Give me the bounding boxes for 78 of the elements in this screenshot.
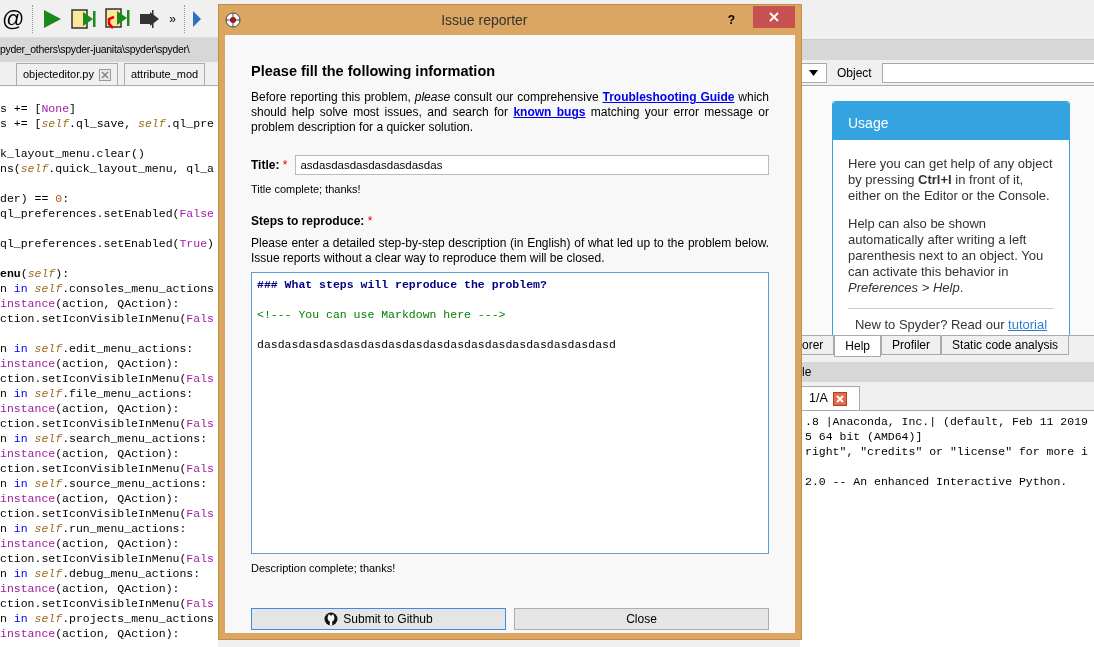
source-dropdown[interactable] [800,62,827,83]
dialog-heading: Please fill the following information [251,63,497,81]
editor-tab[interactable]: objecteditor.py [16,63,118,85]
code-line: n in self.run_menu_actions: [0,521,187,536]
console-line: 2.0 -- An enhanced Interactive Python. [805,474,1068,489]
code-line: ction.setIconVisibleInMenu(Fals [0,596,214,611]
usage-title: Usage [833,102,1069,140]
title-field[interactable]: asdasdasdasdasdasdasdas [295,155,769,176]
status-text: Description complete; thanks! [251,560,397,576]
editor-tab[interactable]: attribute_mod [123,63,206,85]
logo-icon [324,612,339,627]
console-tab[interactable]: 1/A [800,386,860,410]
code-line: enu(self): [0,266,70,281]
code-line: instance(action, QAction): [0,446,180,461]
pane-tab[interactable]: Profiler [881,336,942,355]
tutorial-link[interactable]: tutorial [1008,317,1048,332]
code-line: n in self.source_menu_actions: [0,476,208,491]
object-label: Object [837,64,872,82]
submit-button[interactable]: Submit to Github [251,608,506,631]
code-line: instance(action, QAction): [0,581,180,596]
code-line: k_layout_menu.clear() [0,146,145,161]
console-line: 5 64 bit (AMD64)] [805,429,923,444]
code-line: n in self.edit_menu_actions: [0,341,194,356]
pane-tab[interactable]: Help [834,336,882,357]
code-line: n in self.debug_menu_actions: [0,566,201,581]
code-line: ction.setIconVisibleInMenu(Fals [0,461,214,476]
code-line: ns(self.quick_layout_menu, ql_a [0,161,214,176]
steps-help-text: Please enter a detailed step-by-step description (in English) of what led up to the problem below. Issue reports without a clear way to reproduce them will be closed. [251,235,769,266]
help-text: New to Spyder? Read our tutorial [853,317,1049,333]
at-icon[interactable]: @ [2,7,25,30]
code-line: instance(action, QAction): [0,356,180,371]
code-line: s += [self.ql_save, self.ql_pre [0,116,214,131]
intro-text: Before reporting this problem, please consult our comprehensive Troubleshooting Guide which should help solve most issues, and search for known bugs matching your error message or problem description for a quicker solution. [251,90,769,136]
code-line: instance(action, QAction): [0,296,180,311]
pane-tab[interactable]: Static code analysis [941,336,1070,355]
code-line: n in self.consoles_menu_actions [0,281,214,296]
title-label: Title: * [251,157,288,175]
guide-link[interactable]: known bugs [513,105,586,120]
object-field[interactable] [881,62,1094,83]
guide-link[interactable]: Troubleshooting Guide [602,90,735,105]
code-line: der) == 0: [0,191,70,206]
run-cell-advance-icon[interactable] [105,6,132,31]
code-line: instance(action, QAction): [0,491,180,506]
code-line: n in self.projects_menu_actions [0,611,214,626]
close-button[interactable] [753,6,795,28]
pane-title: le [800,362,1094,382]
code-line: ql_preferences.setEnabled(True) [0,236,214,251]
code-line: instance(action, QAction): [0,401,180,416]
close-icon [769,12,779,22]
help-text: Help can also be shown automatically after writing a left parenthesis next to an object. You can activate this behavior in Preferences > Help. [848,216,1045,296]
code-line: ction.setIconVisibleInMenu(Fals [0,506,214,521]
code-line: n in self.file_menu_actions: [0,386,194,401]
code-line: ction.setIconVisibleInMenu(Fals [0,371,214,386]
help-text: Here you can get help of any object by pressing Ctrl+I in front of it, either on the Editor or the Console. [848,156,1054,204]
description-field[interactable]: ### What steps will reproduce the problem? <!--- You can use Markdown here ---> dasdasdasdasdasdasdasdasdasdasdasdasdasdasdasdasdasd [251,271,769,554]
code-line: s += [None] [0,101,76,116]
code-line: ql_preferences.setEnabled(False [0,206,214,221]
code-line: instance(action, QAction): [0,626,180,641]
file-path: pyder_others\spyder-juanita\spyder\spyder\ [0,42,190,58]
caret-icon [808,69,818,76]
close-icon[interactable] [832,391,847,406]
pane-tab[interactable]: orer [800,336,835,355]
console-line: .8 |Anaconda, Inc.| (default, Feb 11 2019 [805,414,1088,429]
run-cell-icon[interactable] [71,7,98,30]
steps-label: Steps to reproduce: * [251,212,374,230]
code-line: instance(action, QAction): [0,536,180,551]
app-logo-icon [225,12,241,28]
console-line: right", "credits" or "license" for more i [805,444,1088,459]
close-icon[interactable] [98,68,111,81]
status-text: Title complete; thanks! [251,182,362,198]
window-title: Issue reporter [440,10,529,30]
close-button[interactable]: Close [514,608,769,631]
help-button[interactable]: ? [727,11,735,29]
code-line: ction.setIconVisibleInMenu(Fals [0,551,214,566]
code-line: ction.setIconVisibleInMenu(Fals [0,311,214,326]
code-line: ction.setIconVisibleInMenu(Fals [0,416,214,431]
more-button[interactable]: » [169,9,177,28]
code-line: n in self.search_menu_actions: [0,431,208,446]
